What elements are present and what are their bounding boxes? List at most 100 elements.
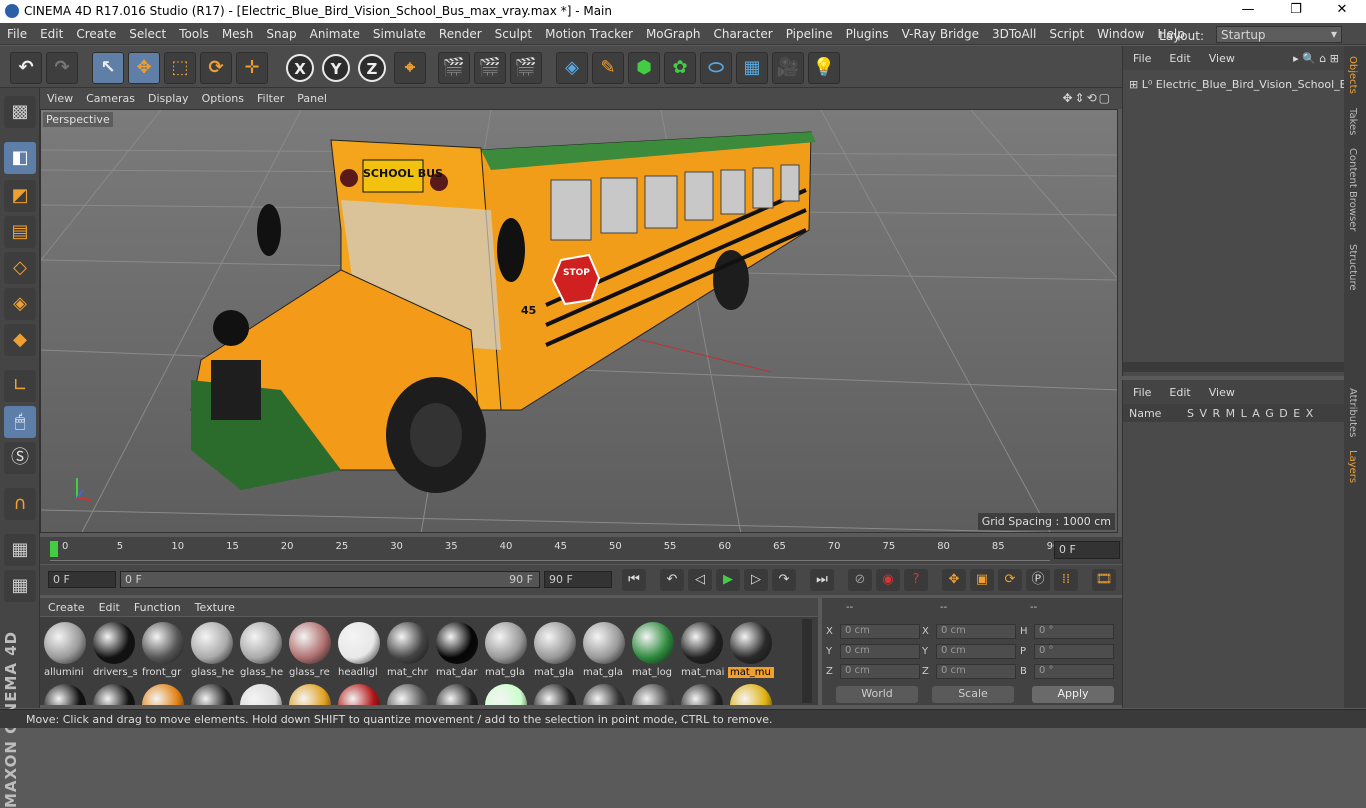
menu-plugins[interactable]: Plugins [839, 23, 895, 41]
material-swatch[interactable]: drivers_s [91, 619, 137, 681]
material-swatch[interactable]: glass_he [189, 619, 235, 681]
material-swatch-row2[interactable] [679, 681, 725, 705]
live-select-icon[interactable]: ✛ [236, 52, 268, 84]
redo-icon[interactable]: ↷ [46, 52, 78, 84]
menu-animate[interactable]: Animate [303, 23, 366, 41]
layers-menu-view[interactable]: View [1199, 380, 1243, 399]
material-menu-texture[interactable]: Texture [187, 598, 241, 614]
object-manager-scrollbar[interactable] [1123, 362, 1345, 372]
key-position-icon[interactable]: ✥ [942, 569, 966, 591]
layout-dropdown[interactable]: Startup [1216, 25, 1342, 43]
record-keys-icon[interactable]: ⊘ [848, 569, 872, 591]
material-swatch-row2[interactable] [532, 681, 578, 705]
camera-icon[interactable]: 🎥 [772, 52, 804, 84]
menu-3dtoall[interactable]: 3DToAll [985, 23, 1042, 41]
material-swatch[interactable]: mat_gla [581, 619, 627, 681]
material-swatch[interactable]: glass_he [238, 619, 284, 681]
tab-objects[interactable]: Objects [1347, 56, 1358, 94]
viewport-menu-cameras[interactable]: Cameras [79, 88, 141, 105]
layer-flag-columns[interactable]: S V R M L A G D E X [1187, 407, 1314, 420]
material-menu-create[interactable]: Create [40, 598, 91, 614]
autokey-icon[interactable]: ◉ [876, 569, 900, 591]
coord-value-field[interactable]: 0 cm [936, 664, 1016, 679]
coord-value-field[interactable]: 0 cm [936, 644, 1016, 659]
layer-name-column[interactable]: Name [1129, 407, 1161, 420]
undo-icon[interactable]: ↶ [10, 52, 42, 84]
start-frame-field[interactable]: 0 F [48, 571, 116, 588]
viewport-nav-icons[interactable]: ✥⇕⟲▢ [1062, 91, 1112, 105]
menu-tools[interactable]: Tools [172, 23, 215, 41]
viewport-menu-view[interactable]: View [40, 88, 79, 105]
material-swatch[interactable]: mat_mu [728, 619, 774, 681]
perspective-viewport[interactable]: Perspective SCHOOL BUS STOP 45 Grid Spac… [40, 109, 1118, 533]
next-frame-icon[interactable]: ▷ [744, 569, 768, 591]
select-cursor-icon[interactable]: ↖ [92, 52, 124, 84]
material-swatch-row2[interactable] [238, 681, 284, 705]
texture-mode-icon[interactable]: ◩ [4, 180, 36, 212]
current-frame-field[interactable]: 0 F [1054, 541, 1120, 559]
material-swatch-row2[interactable] [42, 681, 88, 705]
minimize-button[interactable]: — [1228, 2, 1268, 17]
layers-menu-file[interactable]: File [1123, 380, 1159, 399]
model-mode-icon[interactable]: ◧ [4, 142, 36, 174]
expand-icon[interactable]: ⊞ [1129, 78, 1138, 91]
material-swatch[interactable]: front_gr [140, 619, 186, 681]
render-picture-viewer-icon[interactable]: 🎬 [474, 52, 506, 84]
material-menu-function[interactable]: Function [126, 598, 187, 614]
timeline[interactable]: 0 5 10 15 20 25 30 35 40 45 50 55 60 65 70 75 80 85 90 0 F [40, 537, 1122, 564]
solo-icon[interactable]: Ⓢ [4, 442, 36, 474]
cloner-icon[interactable]: ✿ [664, 52, 696, 84]
coord-value-field[interactable]: 0 cm [840, 664, 920, 679]
scale-icon[interactable]: ⬚ [164, 52, 196, 84]
menu-select[interactable]: Select [122, 23, 172, 41]
y-axis-lock-icon[interactable]: Y [322, 54, 350, 82]
rotate-icon[interactable]: ⟳ [200, 52, 232, 84]
layers-menu-edit[interactable]: Edit [1159, 380, 1198, 399]
object-manager-tools-icons[interactable]: ▸ 🔍 ⌂ ⊞ [1293, 52, 1339, 65]
menu-render[interactable]: Render [432, 23, 488, 41]
object-name[interactable]: Electric_Blue_Bird_Vision_School_Bu [1156, 78, 1354, 91]
material-swatch-row2[interactable] [91, 681, 137, 705]
material-menu-edit[interactable]: Edit [91, 598, 126, 614]
light-icon[interactable]: 💡 [808, 52, 840, 84]
material-swatch[interactable]: allumini [42, 619, 88, 681]
material-swatch[interactable]: glass_re [287, 619, 333, 681]
coord-value-field[interactable]: 0 cm [840, 644, 920, 659]
timeline-window-icon[interactable]: 🎞 [1092, 569, 1116, 591]
pen-icon[interactable]: ✎ [592, 52, 624, 84]
objects-menu-view[interactable]: View [1199, 46, 1243, 65]
material-swatch[interactable]: mat_chr [385, 619, 431, 681]
material-swatch-row2[interactable] [336, 681, 382, 705]
edges-mode-icon[interactable]: ◈ [4, 288, 36, 320]
menu-mesh[interactable]: Mesh [215, 23, 260, 41]
deformer-icon[interactable]: ⬭ [700, 52, 732, 84]
play-icon[interactable]: ▶ [716, 569, 740, 591]
menu-edit[interactable]: Edit [33, 23, 69, 41]
tab-takes[interactable]: Takes [1347, 108, 1358, 135]
objects-menu-file[interactable]: File [1123, 46, 1159, 65]
make-editable-icon[interactable]: ▩ [4, 96, 36, 128]
material-swatch[interactable]: mat_gla [483, 619, 529, 681]
menu-file[interactable]: File [0, 23, 33, 41]
coord-value-field[interactable]: 0 ° [1034, 624, 1114, 639]
playhead[interactable] [50, 541, 58, 557]
tab-layers[interactable]: Layers [1347, 450, 1358, 483]
menu-snap[interactable]: Snap [259, 23, 302, 41]
material-swatch[interactable]: mat_dar [434, 619, 480, 681]
coord-value-field[interactable]: 0 ° [1034, 664, 1114, 679]
material-swatch-row2[interactable] [434, 681, 480, 705]
end-frame-field[interactable]: 90 F [544, 571, 612, 588]
object-tree-item[interactable]: ⊞ L⁰ Electric_Blue_Bird_Vision_School_Bu [1129, 78, 1354, 91]
workplane-lock-icon[interactable]: ▦ [4, 534, 36, 566]
viewport-menu-filter[interactable]: Filter [250, 88, 290, 105]
material-swatch-row2[interactable] [140, 681, 186, 705]
frame-range-slider[interactable]: 0 F 90 F [120, 571, 540, 588]
render-settings-icon[interactable]: 🎬 [510, 52, 542, 84]
material-swatch[interactable]: mat_gla [532, 619, 578, 681]
viewport-camera-label[interactable]: Perspective [43, 112, 113, 127]
menu-mograph[interactable]: MoGraph [639, 23, 707, 41]
menu-create[interactable]: Create [69, 23, 122, 41]
next-key-icon[interactable]: ↷ [772, 569, 796, 591]
go-to-start-icon[interactable]: ⏮ [622, 569, 646, 591]
material-swatch[interactable]: mat_mai [679, 619, 725, 681]
